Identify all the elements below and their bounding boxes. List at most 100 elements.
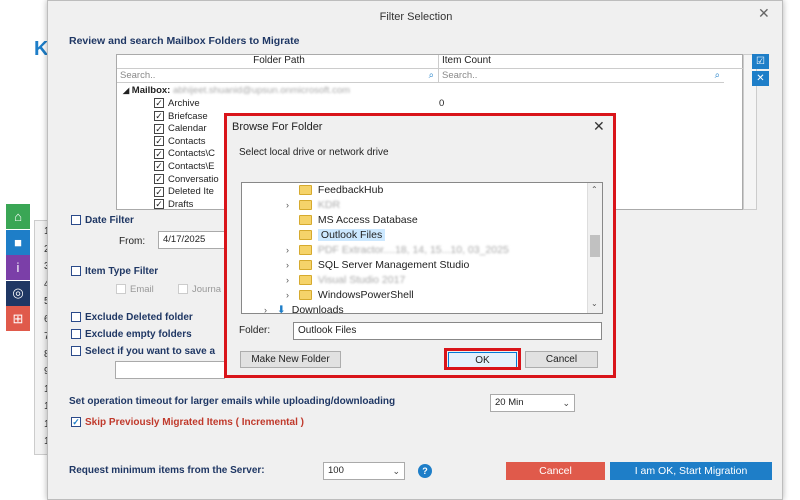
exclude-empty-option[interactable]: Exclude empty folders	[71, 329, 192, 340]
tree-item-label: KDR	[317, 199, 341, 211]
chevron-down-icon: ⌄	[392, 466, 400, 476]
from-date-field[interactable]: 4/17/2025	[158, 231, 228, 249]
make-new-folder-button[interactable]: Make New Folder	[240, 351, 341, 368]
start-migration-button[interactable]: I am OK, Start Migration	[610, 462, 772, 480]
folder-name: Contacts	[168, 135, 206, 147]
folder-icon	[298, 260, 312, 271]
skip-migrated-checkbox[interactable]: ✓	[71, 417, 81, 428]
item-type-checkbox[interactable]	[71, 266, 81, 277]
folder-name: Contacts\E	[168, 161, 215, 172]
tree-item[interactable]: › SQL Server Management Studio	[242, 258, 587, 273]
expand-icon[interactable]: ›	[286, 198, 296, 213]
item-type-filter-option[interactable]: Item Type Filter	[71, 266, 158, 277]
email-option[interactable]: Email	[116, 284, 154, 295]
date-filter-option[interactable]: Date Filter	[71, 215, 134, 226]
folder-icon	[298, 230, 312, 241]
support-icon[interactable]: ◎	[6, 280, 30, 306]
date-filter-checkbox[interactable]	[71, 215, 81, 226]
help-icon[interactable]: ?	[418, 464, 432, 478]
exclude-deleted-option[interactable]: Exclude Deleted folder	[71, 312, 193, 323]
tree-item[interactable]: › KDR	[242, 198, 587, 213]
save-option[interactable]: Select if you want to save a	[71, 346, 215, 357]
column-header-folder-path[interactable]: Folder Path	[117, 55, 439, 69]
tree-item[interactable]: Outlook Files	[242, 228, 587, 243]
row-checkbox[interactable]: ✓	[154, 161, 164, 172]
scroll-down-icon[interactable]: ⌄	[591, 299, 598, 308]
row-checkbox[interactable]: ✓	[154, 199, 164, 210]
tree-item-label: PDF Extractor....18, 14, 15...10, 03_202…	[317, 244, 509, 256]
tree-item-label: Outlook Files	[317, 229, 386, 241]
tree-scrollbar[interactable]: ⌃ ⌄	[587, 183, 602, 313]
save-path-field[interactable]	[115, 361, 225, 379]
folder-name: Archive	[168, 98, 200, 109]
tree-item[interactable]: › WindowsPowerShell	[242, 288, 587, 303]
folder-icon	[298, 215, 312, 226]
collapse-icon[interactable]: ◢	[123, 86, 129, 95]
folder-icon	[298, 290, 312, 301]
browse-cancel-button[interactable]: Cancel	[525, 351, 598, 368]
folder-search-input[interactable]: Search.. ⌕	[117, 69, 439, 83]
row-checkbox[interactable]: ✓	[154, 111, 164, 122]
email-checkbox[interactable]	[116, 284, 126, 295]
tree-item-label: WindowsPowerShell	[317, 289, 414, 301]
column-header-item-count[interactable]: Item Count	[439, 55, 744, 69]
info-icon[interactable]: i	[6, 255, 30, 280]
exclude-empty-checkbox[interactable]	[71, 329, 81, 340]
tree-item[interactable]: › Visual Studio 2017	[242, 273, 587, 288]
tree-item[interactable]: MS Access Database	[242, 213, 587, 228]
folder-name: Calendar	[168, 123, 207, 135]
chevron-down-icon: ⌄	[562, 398, 570, 408]
tree-item[interactable]: › ⬇ Downloads	[242, 303, 587, 313]
row-checkbox[interactable]: ✓	[154, 148, 164, 159]
close-icon[interactable]: ✕	[758, 5, 770, 22]
browse-for-folder-dialog: Browse For Folder ✕ Select local drive o…	[224, 113, 616, 378]
save-checkbox[interactable]	[71, 346, 81, 357]
exclude-deleted-checkbox[interactable]	[71, 312, 81, 323]
scroll-up-icon[interactable]: ⌃	[591, 185, 598, 194]
count-search-input[interactable]: Search.. ⌕	[439, 69, 724, 83]
row-checkbox[interactable]: ✓	[154, 98, 164, 109]
expand-icon[interactable]: ›	[264, 303, 274, 313]
search-icon[interactable]: ⌕	[429, 69, 434, 83]
mailbox-row[interactable]: ◢ Mailbox: abhijeet.shuanid@upsun.onmicr…	[123, 85, 350, 98]
home-icon[interactable]: ⌂	[6, 204, 30, 229]
folder-name: Briefcase	[168, 110, 208, 122]
cart-icon[interactable]: ⊞	[6, 306, 30, 331]
close-icon[interactable]: ✕	[593, 118, 605, 135]
from-label: From:	[119, 236, 146, 247]
ok-highlight	[444, 348, 521, 370]
search-icon[interactable]: ⌕	[715, 69, 720, 83]
video-icon[interactable]: ■	[6, 229, 30, 255]
row-checkbox[interactable]: ✓	[154, 136, 164, 147]
folder-tree[interactable]: FeedbackHub › KDR MS Access Database Outl…	[241, 182, 603, 314]
check-all-icon[interactable]: ☑	[752, 54, 769, 69]
browse-title: Browse For Folder	[232, 121, 323, 133]
folder-icon	[298, 275, 312, 286]
folder-name: Conversatio	[168, 173, 219, 185]
folder-input[interactable]: Outlook Files	[293, 322, 602, 340]
review-label: Review and search Mailbox Folders to Mig…	[69, 35, 300, 47]
journal-option[interactable]: Journa	[178, 284, 221, 295]
expand-icon[interactable]: ›	[286, 273, 296, 288]
folder-icon	[298, 245, 312, 256]
expand-icon[interactable]: ›	[286, 288, 296, 303]
expand-icon[interactable]: ›	[286, 258, 296, 273]
skip-migrated-option[interactable]: ✓ Skip Previously Migrated Items ( Increm…	[71, 417, 304, 428]
scroll-thumb[interactable]	[590, 235, 600, 257]
row-checkbox[interactable]: ✓	[154, 186, 164, 197]
tree-item[interactable]: › PDF Extractor....18, 14, 15...10, 03_2…	[242, 243, 587, 258]
journal-checkbox[interactable]	[178, 284, 188, 295]
tree-item[interactable]: FeedbackHub	[242, 183, 587, 198]
mailbox-address: abhijeet.shuanid@upsun.onmicrosoft.com	[172, 85, 351, 96]
request-dropdown[interactable]: 100 ⌄	[323, 462, 405, 480]
row-checkbox[interactable]: ✓	[154, 123, 164, 134]
uncheck-all-icon[interactable]: ✕	[752, 71, 769, 86]
tree-item-label: FeedbackHub	[317, 184, 384, 196]
folder-name: Deleted Ite	[168, 186, 214, 198]
timeout-dropdown[interactable]: 20 Min ⌄	[490, 394, 575, 412]
expand-icon[interactable]: ›	[286, 243, 296, 258]
row-checkbox[interactable]: ✓	[154, 174, 164, 185]
table-row[interactable]: ✓ Archive 0	[154, 98, 739, 111]
cancel-button[interactable]: Cancel	[506, 462, 605, 480]
tree-item-label: Visual Studio 2017	[317, 274, 406, 286]
